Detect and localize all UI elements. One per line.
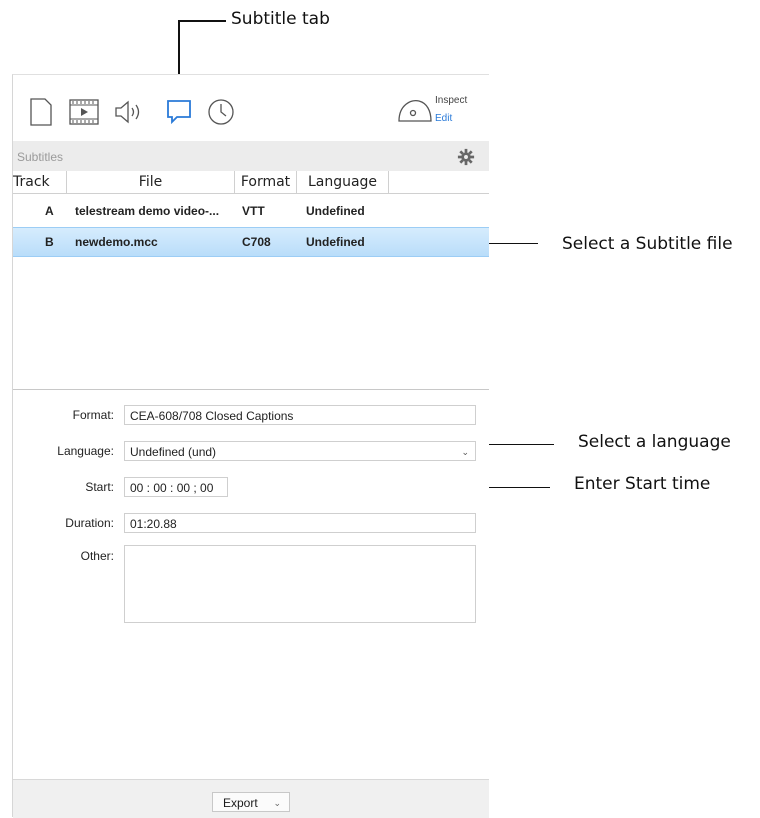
callout-subtitle-tab: Subtitle tab: [231, 9, 330, 29]
audio-icon[interactable]: [111, 93, 147, 131]
export-button[interactable]: Export ⌄: [212, 792, 290, 812]
other-textarea[interactable]: [124, 545, 476, 623]
language-select[interactable]: Undefined (und) ⌄: [124, 441, 476, 461]
language-select-value: Undefined (und): [130, 445, 217, 459]
callout-select-file: Select a Subtitle file: [562, 234, 733, 254]
cell-format: C708: [242, 235, 271, 249]
section-title: Subtitles: [17, 150, 64, 164]
format-label: Format:: [72, 408, 114, 422]
clock-icon[interactable]: [203, 93, 239, 131]
column-header-file[interactable]: File: [67, 171, 235, 193]
column-header-track[interactable]: Track: [13, 171, 67, 193]
subtitle-panel: Inspect Edit Subtitles Track File Format…: [12, 74, 489, 818]
language-label: Language:: [57, 444, 114, 458]
duration-label: Duration:: [65, 516, 114, 530]
callout-line-subtitle-tab-h: [178, 20, 226, 22]
chevron-down-icon: ⌄: [273, 798, 281, 808]
subtitles-section-header: Subtitles: [13, 141, 489, 171]
inspect-icon: [398, 99, 432, 122]
video-icon[interactable]: [66, 93, 102, 131]
cell-file: newdemo.mcc: [75, 235, 158, 249]
cell-file: telestream demo video-...: [75, 204, 220, 218]
inspect-label: Inspect: [435, 95, 468, 106]
cell-language: Undefined: [306, 204, 365, 218]
cell-language: Undefined: [306, 235, 365, 249]
other-label: Other:: [80, 549, 114, 563]
gear-icon[interactable]: [457, 148, 475, 166]
edit-label[interactable]: Edit: [435, 113, 452, 124]
column-header-language[interactable]: Language: [297, 171, 389, 193]
callout-select-language: Select a language: [578, 432, 731, 452]
cell-track: B: [45, 235, 54, 249]
start-time-input[interactable]: 00 : 00 : 00 ; 00: [124, 477, 228, 497]
table-row[interactable]: A telestream demo video-... VTT Undefine…: [13, 198, 489, 224]
callout-line-select-language: [478, 444, 554, 445]
start-label: Start:: [85, 480, 114, 494]
cell-track: A: [45, 204, 54, 218]
format-field: CEA-608/708 Closed Captions: [124, 405, 476, 425]
inspect-edit-button[interactable]: Inspect Edit: [397, 89, 487, 135]
document-icon[interactable]: [23, 93, 59, 131]
export-label: Export: [223, 796, 258, 810]
section-divider: [13, 389, 489, 390]
cell-format: VTT: [242, 204, 265, 218]
column-header-format[interactable]: Format: [235, 171, 297, 193]
subtitle-icon[interactable]: [161, 93, 197, 131]
header-divider: [13, 193, 489, 194]
table-row-selected[interactable]: B newdemo.mcc C708 Undefined: [13, 227, 489, 257]
subtitle-track-table: Track File Format Language A telestream …: [13, 171, 489, 389]
chevron-down-icon: ⌄: [461, 447, 469, 457]
footer-bar: Export ⌄: [13, 779, 489, 818]
toolbar: Inspect Edit: [13, 75, 489, 141]
duration-field: 01:20.88: [124, 513, 476, 533]
callout-enter-start: Enter Start time: [574, 474, 711, 494]
